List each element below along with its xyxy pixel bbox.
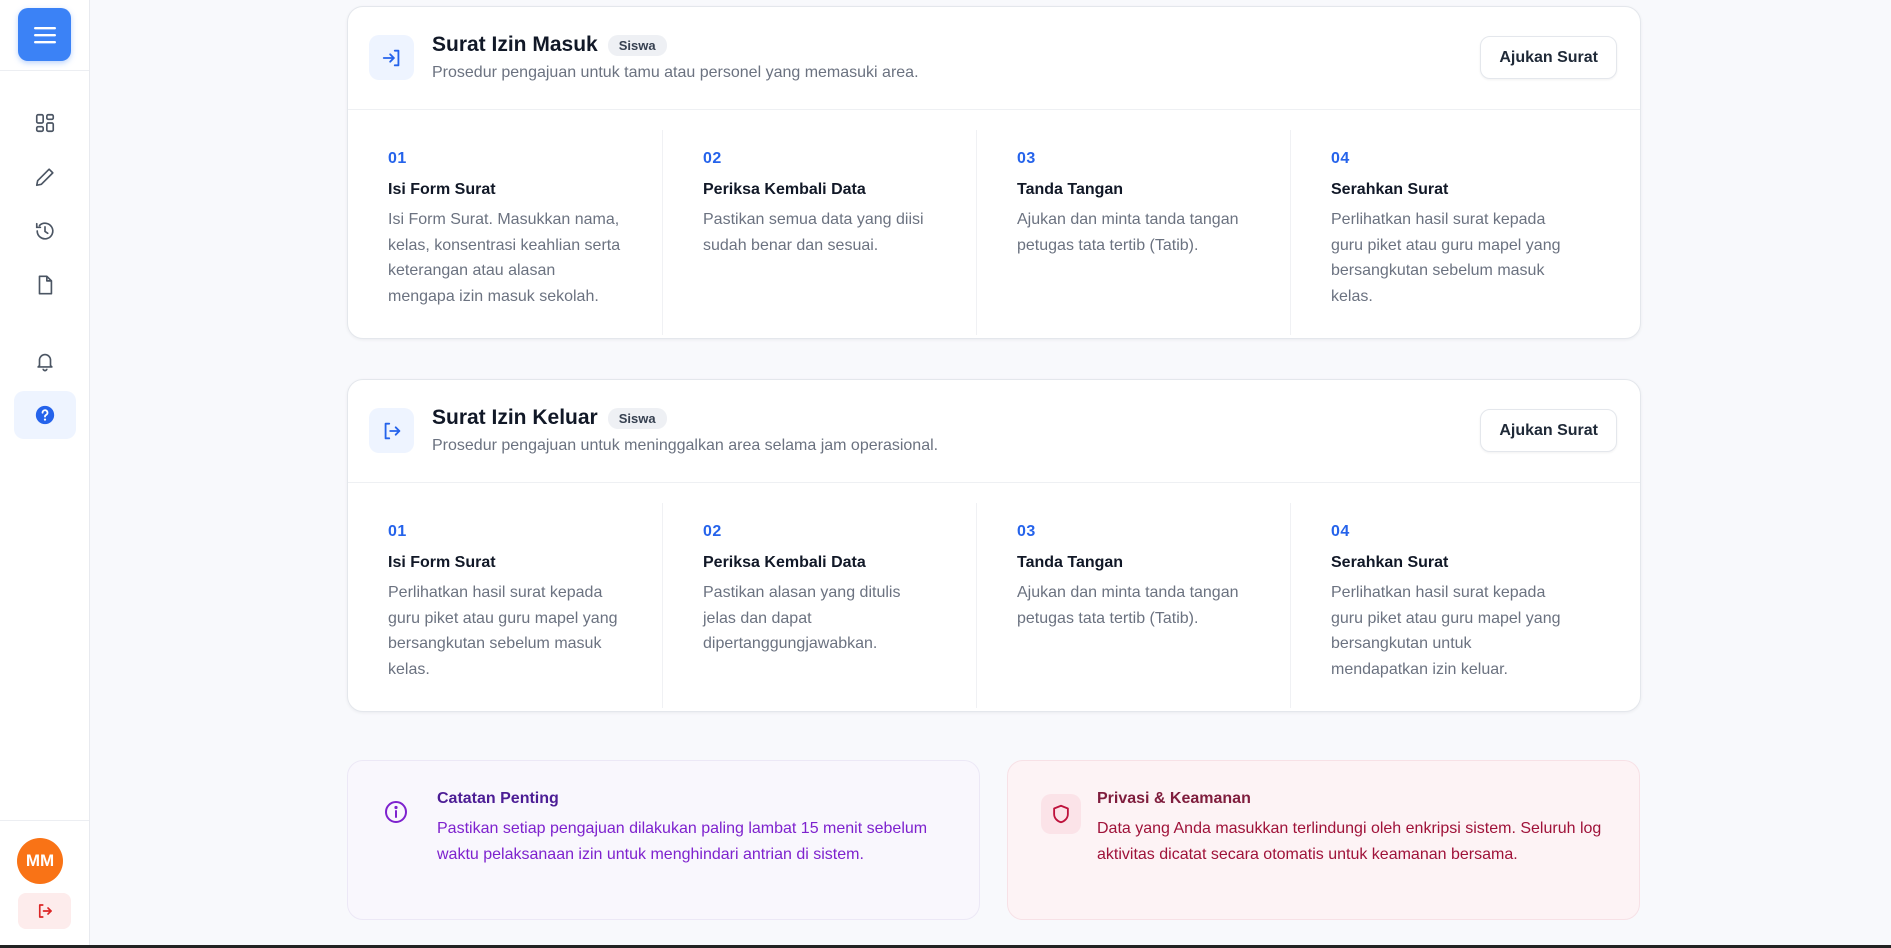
step-4: 04 Serahkan Surat Perlihatkan hasil sura… [1290, 503, 1604, 708]
step-2: 02 Periksa Kembali Data Pastikan alasan … [662, 503, 976, 708]
step-4: 04 Serahkan Surat Perlihatkan hasil sura… [1290, 130, 1604, 335]
card-title: Surat Izin Masuk [432, 33, 598, 56]
important-note-box: Catatan Penting Pastikan setiap pengajua… [347, 760, 980, 920]
step-1: 01 Isi Form Surat Perlihatkan hasil sura… [348, 503, 662, 708]
card-title: Surat Izin Keluar [432, 406, 598, 429]
step-description: Ajukan dan minta tanda tangan petugas ta… [1017, 211, 1239, 254]
avatar[interactable]: MM [17, 838, 63, 884]
step-title: Tanda Tangan [1017, 181, 1124, 198]
sidebar-item-documents[interactable] [14, 261, 76, 309]
login-icon [382, 49, 399, 66]
logout-button[interactable] [18, 893, 71, 929]
card-title-row: Surat Izin Masuk Siswa [432, 33, 667, 57]
card-surat-izin-keluar: Surat Izin Keluar Siswa Prosedur pengaju… [347, 379, 1641, 712]
sidebar: MM [0, 0, 90, 945]
history-icon [35, 222, 54, 240]
card-icon-box [369, 35, 414, 80]
steps: 01 Isi Form Surat Isi Form Surat. Masukk… [348, 110, 1640, 338]
steps: 01 Isi Form Surat Perlihatkan hasil sura… [348, 483, 1640, 711]
step-number: 02 [703, 150, 722, 167]
document-icon [38, 275, 53, 295]
step-description: Perlihatkan hasil surat kepada guru pike… [1331, 584, 1561, 678]
step-description: Pastikan alasan yang ditulis jelas dan d… [703, 584, 901, 652]
step-3: 03 Tanda Tangan Ajukan dan minta tanda t… [976, 503, 1290, 708]
step-number: 04 [1331, 523, 1350, 540]
sidebar-divider [0, 820, 89, 821]
step-description: Ajukan dan minta tanda tangan petugas ta… [1017, 584, 1239, 627]
step-number: 03 [1017, 150, 1036, 167]
step-number: 03 [1017, 523, 1036, 540]
hamburger-icon [33, 26, 56, 43]
note-text: Pastikan setiap pengajuan dilakukan pali… [437, 820, 928, 863]
sidebar-item-history[interactable] [14, 207, 76, 255]
dashboard-icon [35, 113, 55, 133]
step-title: Periksa Kembali Data [703, 181, 866, 198]
step-number: 01 [388, 150, 407, 167]
sidebar-item-help[interactable] [14, 391, 76, 439]
logout-arrow-icon [384, 422, 400, 439]
role-badge: Siswa [607, 34, 667, 56]
step-title: Isi Form Surat [388, 554, 496, 571]
step-title: Isi Form Surat [388, 181, 496, 198]
step-title: Serahkan Surat [1331, 181, 1449, 198]
sidebar-divider [0, 70, 89, 71]
step-3: 03 Tanda Tangan Ajukan dan minta tanda t… [976, 130, 1290, 335]
sidebar-item-edit[interactable] [14, 153, 76, 201]
bell-icon [37, 353, 53, 372]
ajukan-surat-keluar-button[interactable]: Ajukan Surat [1480, 409, 1617, 452]
pencil-icon [35, 168, 54, 187]
card-subtitle: Prosedur pengajuan untuk meninggalkan ar… [432, 437, 939, 454]
sidebar-item-dashboard[interactable] [14, 99, 76, 147]
card-header: Surat Izin Keluar Siswa Prosedur pengaju… [348, 380, 1640, 483]
card-header: Surat Izin Masuk Siswa Prosedur pengajua… [348, 7, 1640, 110]
step-description: Perlihatkan hasil surat kepada guru pike… [388, 584, 618, 678]
step-1: 01 Isi Form Surat Isi Form Surat. Masukk… [348, 130, 662, 335]
card-surat-izin-masuk: Surat Izin Masuk Siswa Prosedur pengajua… [347, 6, 1641, 339]
sidebar-item-notifications[interactable] [14, 337, 76, 385]
step-description: Perlihatkan hasil surat kepada guru pike… [1331, 211, 1561, 305]
privacy-title: Privasi & Keamanan [1097, 790, 1251, 807]
privacy-text: Data yang Anda masukkan terlindungi oleh… [1097, 820, 1602, 863]
step-title: Tanda Tangan [1017, 554, 1124, 571]
note-title: Catatan Penting [437, 790, 559, 807]
info-icon [385, 801, 407, 823]
menu-toggle-button[interactable] [18, 8, 71, 61]
step-description: Pastikan semua data yang diisi sudah ben… [703, 211, 924, 254]
privacy-security-box: Privasi & Keamanan Data yang Anda masukk… [1007, 760, 1640, 920]
step-2: 02 Periksa Kembali Data Pastikan semua d… [662, 130, 976, 335]
step-number: 01 [388, 523, 407, 540]
shield-icon [1053, 804, 1069, 824]
card-subtitle: Prosedur pengajuan untuk tamu atau perso… [432, 64, 919, 81]
card-icon-box [369, 408, 414, 453]
help-icon [35, 405, 55, 425]
shield-icon-box [1041, 794, 1081, 834]
step-number: 04 [1331, 150, 1350, 167]
card-title-row: Surat Izin Keluar Siswa [432, 406, 667, 430]
step-description: Isi Form Surat. Masukkan nama, kelas, ko… [388, 211, 621, 305]
logout-icon [38, 904, 52, 918]
ajukan-surat-masuk-button[interactable]: Ajukan Surat [1480, 36, 1617, 79]
step-title: Serahkan Surat [1331, 554, 1449, 571]
step-number: 02 [703, 523, 722, 540]
step-title: Periksa Kembali Data [703, 554, 866, 571]
role-badge: Siswa [607, 407, 667, 429]
